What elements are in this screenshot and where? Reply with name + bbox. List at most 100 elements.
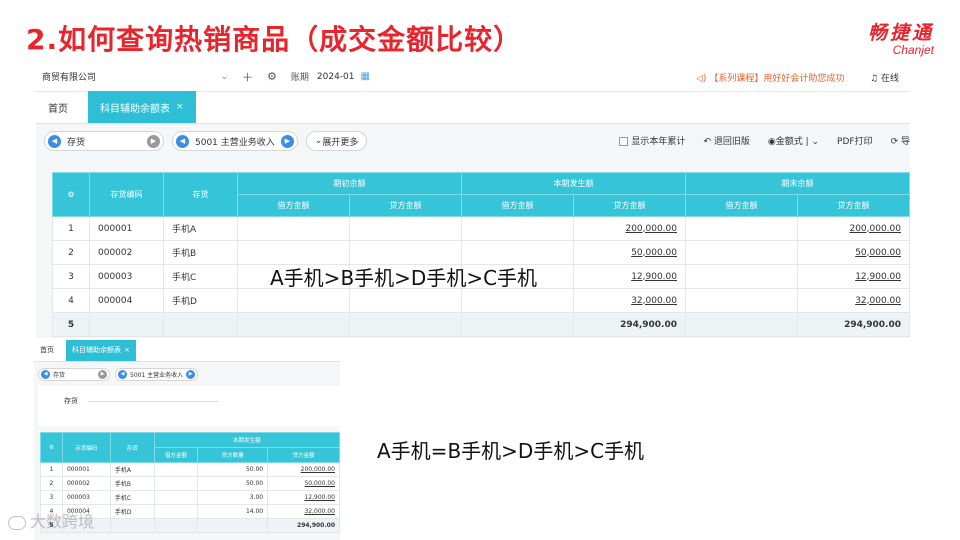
sub-header: 借方金额 [685,194,798,217]
col-header-code: 存货编码 [61,432,111,463]
empty-cell [197,518,269,533]
group-opening: 期初余额 [237,172,462,195]
item-name: 手机A [163,216,238,241]
show-year-toggle[interactable]: 显示本年累计 [619,134,685,147]
back-old-button[interactable]: ↶ 退回旧版 [703,134,749,147]
plus-icon[interactable]: ＋ [242,69,253,85]
prev-arrow-icon[interactable]: ◀ [41,369,50,379]
item-name: 手机B [163,240,238,265]
col-header-name: 存货 [163,172,238,217]
item-name: 手机A [109,462,155,477]
sub-header: 贷方金额 [797,194,910,217]
empty-cell [461,240,574,265]
row-index: 3 [40,490,63,505]
dimension-value: 存货 [53,371,66,379]
headset-icon: ♫ [870,74,879,84]
balance-table-wrap: ⚙ 存货编码 存货 期初余额 本期发生额 期末余额 借方金额 贷方金额 借方金额… [52,172,910,337]
slide-title: 2.如何查询热销商品（成交金额比较） [26,23,523,56]
period-credit-link[interactable]: 32,000.00 [573,288,686,313]
checkbox[interactable] [619,137,629,146]
empty-cell [685,312,798,337]
sub-header: 贷方金额 [349,194,462,217]
settings-icon[interactable]: ⚙ [40,432,63,463]
total-ending-credit: 294,900.00 [797,312,910,337]
notice-text: 【系列课程】用好好会计助您成功 [709,74,845,84]
table-row: 1 000001 手机A 200,000.00 200,000.00 [52,216,910,241]
row-index: 2 [40,476,63,491]
dimension-filter[interactable]: ◀ 存货 ▶ [44,131,164,151]
col-header-code: 存货编码 [89,172,164,217]
tab-aux-balance[interactable]: 科目辅助余额表 × [88,91,196,123]
empty-cell [685,288,798,313]
empty-cell [349,216,462,241]
row-index: 4 [52,288,90,313]
item-code: 000004 [89,288,164,313]
period-value[interactable]: 2024-01 [317,72,355,82]
dimension-value: 存货 [67,137,86,148]
chevron-down-icon: ⌄ [220,71,228,82]
empty-cell [461,312,574,337]
gear-icon[interactable]: ⚙ [267,70,277,83]
tab-aux-balance-label: 科目辅助余额表 [100,103,170,115]
ending-credit-link[interactable]: 32,000.00 [797,288,910,313]
item-name: 手机D [109,504,155,519]
period-credit-link[interactable]: 200,000.00 [573,216,686,241]
pdf-print-button[interactable]: PDF打印 [837,134,873,147]
company-selector[interactable]: 商贸有限公司 ⌄ [42,70,228,84]
tab-bar: 首页 科目辅助余额表 × [36,91,910,124]
prev-arrow-icon[interactable]: ◀ [176,134,189,148]
next-arrow-icon[interactable]: ▶ [98,369,107,379]
online-label: 在线 [880,74,899,84]
undo-icon: ↶ [703,137,714,147]
empty-cell [153,462,199,477]
tab-aux-balance[interactable]: 科目辅助余额表 × [66,340,136,361]
course-notice[interactable]: ◁) 【系列课程】用好好会计助您成功 [696,71,844,84]
export-button[interactable]: ⟳ 导 [891,134,910,147]
account-filter[interactable]: ◀ 5001 主营业务收入 ▶ [172,131,298,151]
group-period: 本期发生额 [153,432,340,448]
credit-amount-link[interactable]: 200,000.00 [267,462,340,477]
empty-cell [237,240,350,265]
panel-input[interactable] [88,401,218,402]
credit-amount-link[interactable]: 50,000.00 [267,476,340,491]
settings-icon[interactable]: ⚙ [52,172,90,217]
amount-style-select[interactable]: ◉金额式 | ⌄ [768,134,819,147]
calendar-icon[interactable]: ▦ [361,71,370,82]
watermark-text: 大数跨境 [30,512,95,531]
account-filter[interactable]: ◀ 5001 主营业务收入 ▶ [115,367,199,381]
period-credit-link[interactable]: 50,000.00 [573,240,686,265]
next-arrow-icon[interactable]: ▶ [147,134,160,148]
group-ending: 期末余额 [685,172,910,195]
speaker-icon: ◁) [696,74,707,84]
close-icon[interactable]: × [176,102,184,112]
period-credit-link[interactable]: 12,900.00 [573,264,686,289]
next-arrow-icon[interactable]: ▶ [280,134,294,148]
ending-credit-link[interactable]: 12,900.00 [797,264,910,289]
toolbar-right: 显示本年累计 ↶ 退回旧版 ◉金额式 | ⌄ PDF打印 ⟳ 导 [619,134,910,147]
ending-credit-link[interactable]: 50,000.00 [797,240,910,265]
credit-amount-link[interactable]: 32,000.00 [267,504,340,519]
prev-arrow-icon[interactable]: ◀ [48,134,61,148]
close-icon[interactable]: × [124,346,130,354]
tab-aux-balance-label: 科目辅助余额表 [72,346,121,354]
chevron-down-icon: ⌄ [314,136,323,146]
tab-home[interactable]: 首页 [36,91,80,123]
expand-more-label: 展开更多 [322,137,359,148]
empty-cell [163,312,238,337]
tab-home[interactable]: 首页 [34,340,60,361]
ending-credit-link[interactable]: 200,000.00 [797,216,910,241]
expand-more-button[interactable]: ⌄ 展开更多 [305,131,368,151]
sub-header: 借方金额 [461,194,574,217]
screenshot-main: 商贸有限公司 ⌄ ＋ ⚙ 账期 2024-01 ▦ ◁) 【系列课程】用好好会计… [36,62,910,338]
prev-arrow-icon[interactable]: ◀ [118,369,127,379]
empty-cell [685,216,798,241]
table-row: 3 000003 手机C 3.00 12,900.00 [40,490,340,505]
empty-cell [349,240,462,265]
next-arrow-icon[interactable]: ▶ [186,369,196,379]
sub-header: 借方金额 [153,447,199,463]
credit-amount-link[interactable]: 12,900.00 [267,490,340,505]
online-service[interactable]: ♫ 在线 [870,71,899,84]
dimension-filter[interactable]: ◀ 存货 ▶ [38,367,110,381]
total-period-credit: 294,900.00 [573,312,686,337]
empty-cell [109,518,155,533]
